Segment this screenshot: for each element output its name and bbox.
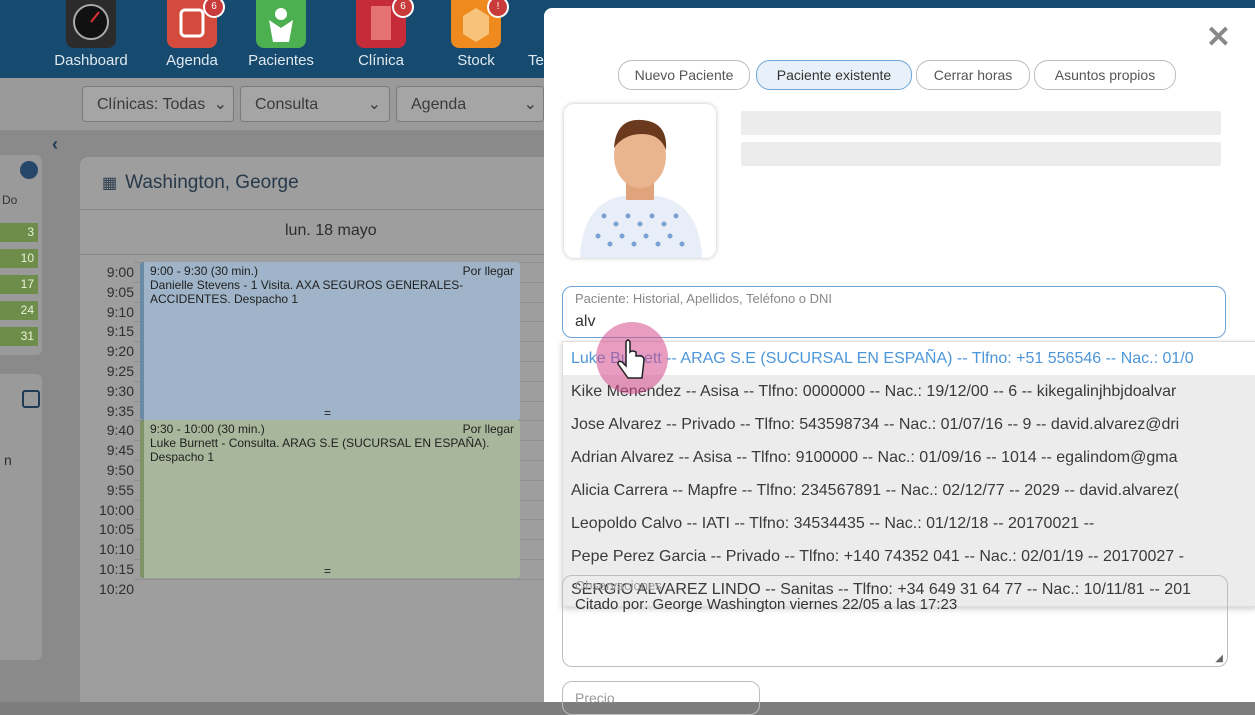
nav-dashboard[interactable]: Dashboard (46, 0, 136, 78)
appointment-status: Por llegar (462, 422, 514, 436)
agenda-select-value: Agenda (411, 96, 467, 113)
chevron-down-icon: ⌄ (367, 96, 381, 113)
appointment-text: Danielle Stevens - 1 Visita. AXA SEGUROS… (150, 278, 464, 306)
side-card-icon[interactable] (22, 390, 40, 408)
agenda-column: ▦ Washington, George lun. 18 mayo 9:00 9:0… (80, 157, 550, 702)
nav-dashboard-label: Dashboard (54, 52, 128, 69)
calendar-day[interactable]: 24 (0, 301, 38, 320)
time-slot-label: 9:30 (106, 382, 134, 399)
nav-te-label: Te (528, 52, 544, 69)
time-slot-label: 9:45 (106, 442, 134, 459)
patient-avatar (564, 104, 716, 258)
stock-badge: ! (487, 0, 509, 18)
click-indicator (596, 322, 668, 394)
appointment-card[interactable]: 9:00 - 9:30 (30 min.) Por llegar Daniell… (140, 262, 520, 420)
precio-label: Precio (575, 690, 615, 706)
tab-cerrar-horas[interactable]: Cerrar horas (916, 60, 1030, 90)
precio-field[interactable]: Precio (562, 681, 760, 715)
tab-paciente-existente[interactable]: Paciente existente (756, 60, 912, 90)
patient-name-placeholder (741, 111, 1221, 135)
nav-te[interactable]: Te (508, 0, 544, 78)
clinicas-select-value: Clínicas: Todas (97, 96, 206, 113)
agenda-doctor-name: Washington, George (125, 172, 299, 193)
observaciones-label: Observaciones (575, 578, 662, 593)
time-slot-label: 9:35 (106, 402, 134, 419)
appointment-time: 9:00 - 9:30 (30 min.) (150, 264, 259, 278)
nav-clinica-label: Clínica (358, 52, 404, 69)
time-slot-label: 10:15 (98, 561, 134, 577)
time-slot-label: 9:40 (106, 422, 134, 439)
calendar-day[interactable]: 3 (0, 223, 38, 242)
patients-icon (256, 0, 306, 48)
nav-agenda-label: Agenda (166, 52, 218, 69)
resize-handle[interactable]: = (324, 564, 331, 578)
resize-grip-icon[interactable]: ◢ (1215, 653, 1223, 664)
time-slot-label: 9:50 (106, 462, 134, 478)
consulta-select-value: Consulta (255, 96, 319, 113)
calendar-next-icon[interactable] (20, 161, 38, 179)
resize-handle[interactable]: = (324, 406, 331, 420)
search-result-item[interactable]: Jose Alvarez -- Privado -- Tlfno: 543598… (563, 408, 1255, 441)
calendar-day[interactable]: 31 (0, 327, 38, 346)
calendar-day[interactable]: 17 (0, 275, 38, 294)
patient-info-placeholder (741, 142, 1221, 166)
side-card: n (0, 374, 42, 660)
chevron-down-icon: ⌄ (523, 96, 537, 113)
agenda-day-header: lun. 18 mayo (80, 209, 550, 255)
time-slot-label: 9:05 (106, 283, 134, 300)
time-slot-label: 9:55 (106, 481, 134, 498)
hand-cursor-icon (617, 339, 645, 379)
time-slot-label: 10:00 (98, 501, 134, 518)
time-slot-label: 9:15 (106, 323, 134, 340)
time-slot-label: 9:20 (106, 343, 134, 360)
time-slot-label: 10:10 (98, 541, 134, 558)
mini-calendar-panel: Do 3 10 17 24 31 (0, 155, 42, 355)
search-result-item[interactable]: Alicia Carrera -- Mapfre -- Tlfno: 23456… (563, 474, 1255, 507)
time-slot-label: 9:00 (106, 264, 134, 280)
nav-pacientes-label: Pacientes (248, 52, 314, 69)
agenda-day-label: lun. 18 mayo (285, 222, 377, 239)
appointment-status: Por llegar (462, 264, 514, 278)
observaciones-field[interactable]: Observaciones Citado por: George Washing… (562, 575, 1228, 667)
time-slot-line[interactable] (134, 578, 550, 580)
patient-search-label: Paciente: Historial, Apellidos, Teléfono… (575, 291, 833, 306)
calendar-icon: ▦ (102, 175, 118, 192)
consulta-select[interactable]: Consulta ⌄ (240, 86, 390, 122)
close-icon[interactable]: ✕ (1206, 20, 1231, 55)
time-slot-label: 9:10 (106, 303, 134, 320)
nav-pacientes[interactable]: Pacientes (236, 0, 326, 78)
patient-search-input[interactable]: alv (575, 313, 595, 331)
observaciones-text[interactable]: Citado por: George Washington viernes 22… (575, 596, 957, 613)
search-result-item[interactable]: Leopoldo Calvo -- IATI -- Tlfno: 3453443… (563, 507, 1255, 540)
clinica-badge: 6 (392, 0, 414, 18)
side-card-text: n (4, 452, 12, 468)
appointment-text: Luke Burnett - Consulta. ARAG S.E (SUCUR… (150, 436, 490, 464)
time-slot-label: 10:05 (98, 521, 134, 538)
mini-calendar-header: Do (2, 193, 18, 207)
tab-nuevo-paciente[interactable]: Nuevo Paciente (618, 60, 750, 90)
nav-agenda[interactable]: 6 Agenda (147, 0, 237, 78)
search-result-item[interactable]: Pepe Perez Garcia -- Privado -- Tlfno: +… (563, 540, 1255, 573)
time-slot-label: 10:20 (98, 580, 134, 597)
appointment-card[interactable]: 9:30 - 10:00 (30 min.) Por llegar Luke B… (140, 420, 520, 578)
patient-avatar-icon (580, 119, 702, 258)
calendar-day[interactable]: 10 (0, 249, 38, 268)
chevron-down-icon: ⌄ (213, 96, 227, 113)
agenda-doctor-title: ▦ Washington, George (102, 172, 299, 194)
search-result-item[interactable]: Adrian Alvarez -- Asisa -- Tlfno: 910000… (563, 441, 1255, 474)
collapse-chevron-icon[interactable]: ‹ (52, 134, 58, 155)
time-slot-label: 9:25 (106, 363, 134, 379)
agenda-select[interactable]: Agenda ⌄ (396, 86, 544, 122)
dashboard-icon (66, 0, 116, 48)
clinicas-select[interactable]: Clínicas: Todas ⌄ (82, 86, 234, 122)
appointment-time: 9:30 - 10:00 (30 min.) (150, 422, 265, 436)
tab-asuntos-propios[interactable]: Asuntos propios (1034, 60, 1176, 90)
agenda-badge: 6 (203, 0, 225, 18)
nav-clinica[interactable]: 6 Clínica (336, 0, 426, 78)
